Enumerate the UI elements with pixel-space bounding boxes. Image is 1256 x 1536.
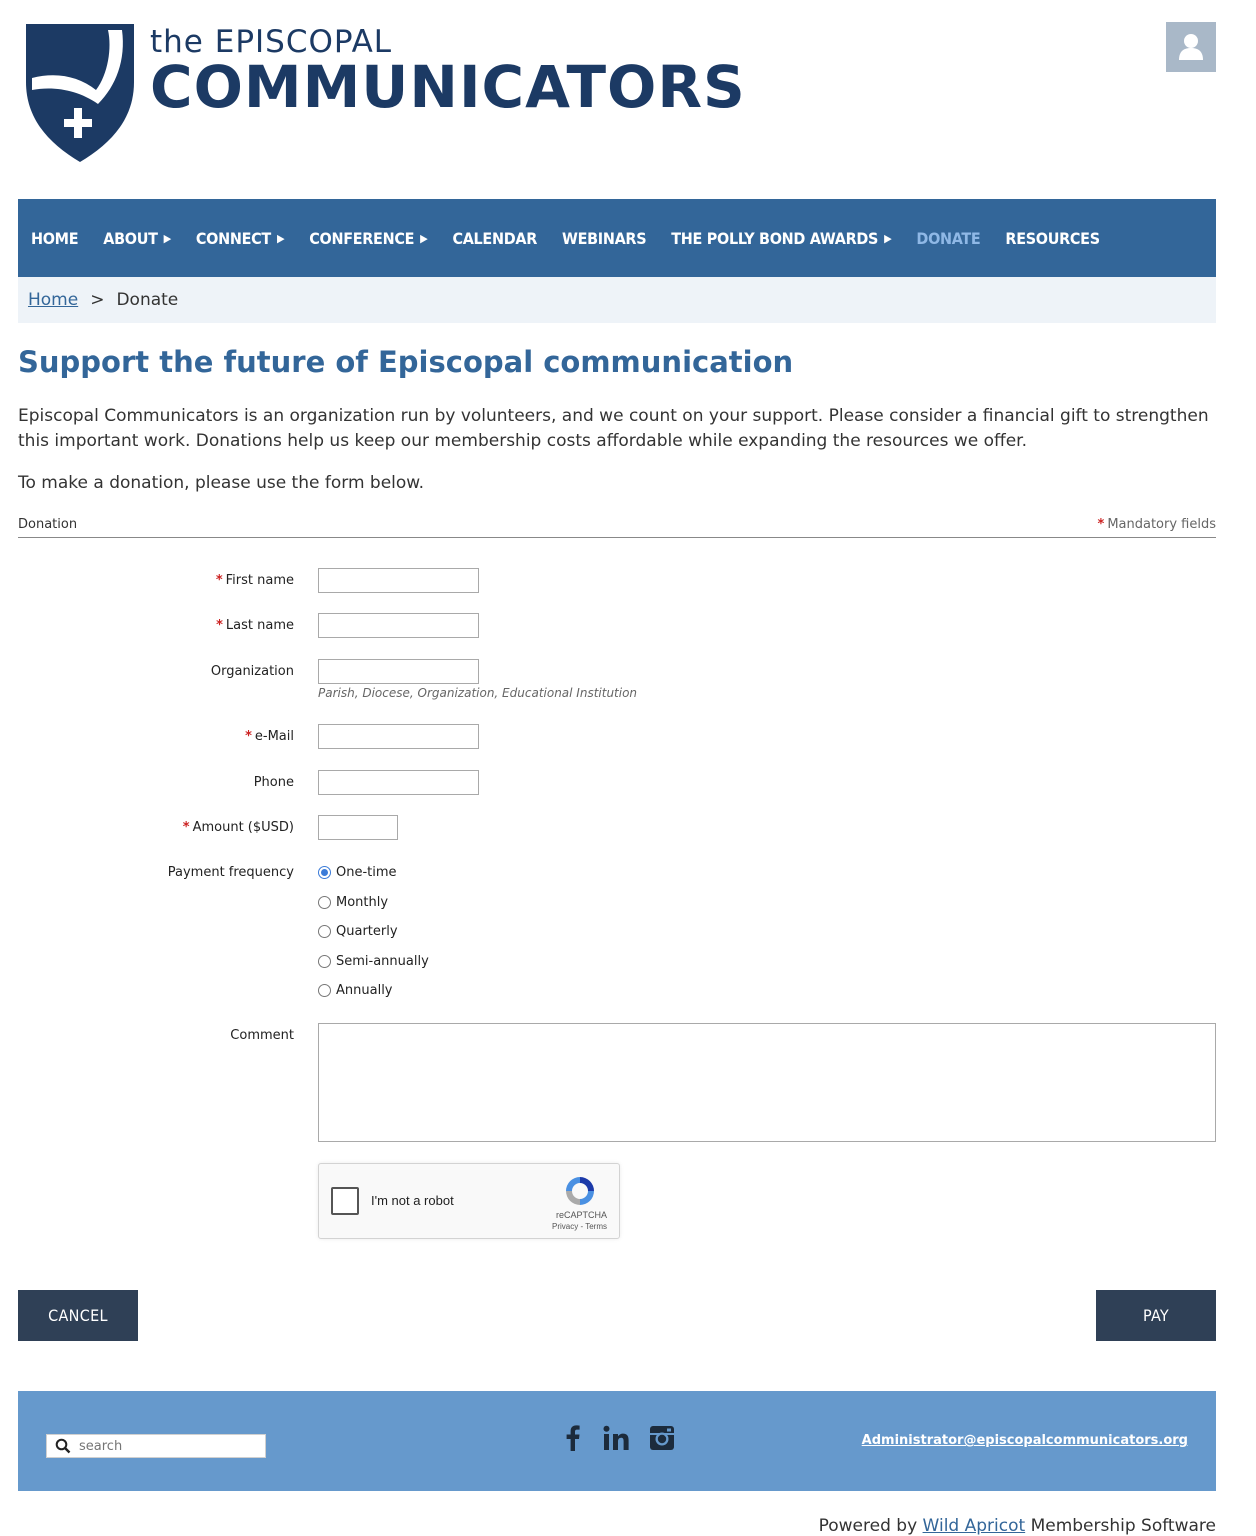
recaptcha-logo-icon (566, 1177, 594, 1205)
organization-hint: Parish, Diocese, Organization, Education… (318, 686, 638, 700)
instagram-icon (650, 1426, 674, 1450)
logo-text-main: COMMUNICATORS (150, 53, 746, 121)
linkedin-icon (603, 1425, 629, 1450)
user-icon (1179, 34, 1203, 60)
submenu-arrow-icon: ▶ (163, 231, 172, 245)
recaptcha-checkbox[interactable] (331, 1187, 359, 1215)
section-divider (18, 537, 1216, 538)
nav-item-calendar[interactable]: CALENDAR (452, 229, 537, 248)
radio-icon[interactable] (318, 896, 331, 909)
phone-input[interactable] (318, 770, 479, 795)
frequency-option-semi-annually[interactable]: Semi-annually (318, 954, 429, 969)
organization-label: Organization (210, 664, 294, 679)
nav-item-resources[interactable]: RESOURCES (1005, 229, 1100, 248)
nav-item-conference[interactable]: CONFERENCE ▶ (309, 229, 428, 248)
required-mark: * (216, 618, 223, 633)
organization-input[interactable] (318, 659, 479, 684)
required-mark: * (1097, 517, 1105, 532)
nav-item-webinars[interactable]: WEBINARS (562, 229, 647, 248)
nav-item-about[interactable]: ABOUT ▶ (103, 229, 171, 248)
frequency-option-monthly[interactable]: Monthly (318, 895, 388, 910)
search-icon (55, 1438, 71, 1454)
mandatory-fields-note: * Mandatory fields (1097, 517, 1217, 532)
form-section-label: Donation (18, 517, 78, 532)
payment-frequency-label: Payment frequency (167, 865, 294, 880)
radio-icon[interactable] (318, 984, 331, 997)
main-navigation: HOME ABOUT ▶ CONNECT ▶ CONFERENCE ▶ CALENDA… (18, 199, 1216, 277)
nav-item-polly-bond-awards[interactable]: THE POLLY BOND AWARDS ▶ (671, 229, 891, 248)
frequency-option-quarterly[interactable]: Quarterly (318, 924, 398, 939)
pay-button[interactable]: PAY (1096, 1290, 1216, 1341)
first-name-input[interactable] (318, 568, 479, 593)
email-input[interactable] (318, 724, 479, 749)
radio-icon[interactable] (318, 925, 331, 938)
last-name-input[interactable] (318, 613, 479, 638)
required-mark: * (215, 573, 223, 588)
recaptcha-widget: I'm not a robot reCAPTCHA Privacy - Term… (318, 1163, 620, 1239)
comment-textarea[interactable] (318, 1023, 1216, 1142)
wild-apricot-link[interactable]: Wild Apricot (923, 1516, 1026, 1536)
intro-paragraph: Episcopal Communicators is an organizati… (18, 406, 1209, 451)
amount-label: * Amount ($USD) (182, 820, 294, 835)
facebook-icon (566, 1425, 580, 1451)
powered-by: Powered by Wild Apricot Membership Softw… (818, 1516, 1216, 1536)
submenu-arrow-icon: ▶ (884, 231, 892, 245)
required-mark: * (245, 729, 252, 744)
radio-icon[interactable] (318, 955, 331, 968)
page-title: Support the future of Episcopal communic… (18, 345, 794, 379)
recaptcha-privacy-terms[interactable]: Privacy - Terms (552, 1222, 607, 1231)
recaptcha-brand: reCAPTCHA (555, 1210, 607, 1220)
nav-item-connect[interactable]: CONNECT ▶ (196, 229, 285, 248)
email-label: * e-Mail (245, 729, 294, 744)
radio-checked-icon[interactable] (318, 866, 331, 879)
breadcrumb-current: Donate (116, 290, 179, 310)
user-account-button[interactable] (1166, 22, 1216, 72)
nav-item-donate[interactable]: DONATE (916, 229, 980, 248)
submenu-arrow-icon: ▶ (276, 231, 285, 245)
form-instructions: To make a donation, please use the form … (18, 473, 425, 493)
breadcrumb: Home > Donate (18, 277, 1216, 323)
facebook-link[interactable] (562, 1424, 584, 1452)
nav-item-home[interactable]: HOME (31, 229, 79, 248)
admin-email-link[interactable]: Administrator@episcopalcommunicators.org (862, 1433, 1188, 1448)
breadcrumb-home-link[interactable]: Home (28, 290, 78, 310)
recaptcha-label: I'm not a robot (371, 1193, 454, 1208)
instagram-link[interactable] (648, 1424, 676, 1452)
footer: Administrator@episcopalcommunicators.org (18, 1391, 1216, 1491)
frequency-option-annually[interactable]: Annually (318, 983, 393, 998)
required-mark: * (182, 820, 190, 835)
breadcrumb-separator: > (90, 290, 105, 310)
logo-shield-icon (26, 24, 134, 162)
frequency-option-one-time[interactable]: One-time (318, 865, 397, 880)
submenu-arrow-icon: ▶ (420, 231, 428, 245)
linkedin-link[interactable] (602, 1424, 630, 1452)
footer-search[interactable] (46, 1434, 266, 1458)
phone-label: Phone (253, 775, 294, 790)
last-name-label: * Last name (216, 618, 294, 633)
comment-label: Comment (230, 1028, 294, 1043)
search-input[interactable] (77, 1437, 257, 1455)
amount-input[interactable] (318, 815, 398, 840)
first-name-label: * First name (215, 573, 294, 588)
cancel-button[interactable]: CANCEL (18, 1290, 138, 1341)
